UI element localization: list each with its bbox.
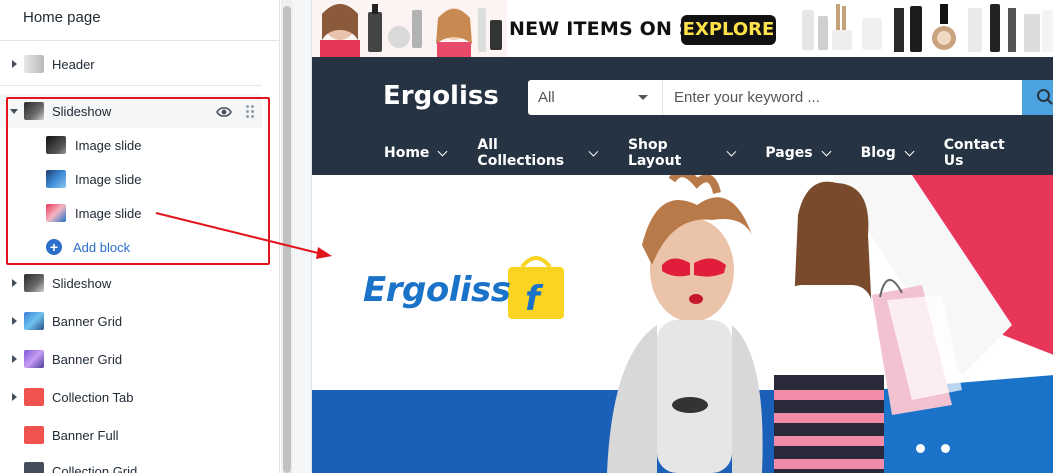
sidebar-item-collection-grid[interactable]: Collection Grid [0,454,262,473]
nav-label: Pages [765,145,813,161]
slide-dot-active[interactable] [966,444,975,453]
hero-slideshow[interactable]: f Ergoliss [312,175,1053,473]
add-block-button[interactable]: + Add block [0,230,262,264]
header-thumbnail-icon [24,55,44,73]
slideshow-thumbnail-icon [24,102,44,120]
collection-grid-thumbnail-icon [24,462,44,473]
page-title: Home page [23,9,101,26]
slide-pagination [916,444,975,453]
expand-caret-icon[interactable] [10,60,18,68]
sidebar-item-label: Banner Grid [52,351,123,367]
image-slide-thumbnail-icon [46,170,66,188]
sidebar-item-label: Collection Grid [52,463,138,473]
chevron-down-icon [904,146,915,156]
promo-models-image [312,0,507,57]
block-item-label: Image slide [75,171,142,187]
search-button[interactable] [1022,80,1053,115]
sidebar-item-slideshow[interactable]: Slideshow [0,94,262,128]
preview-gutter [293,0,311,473]
main-nav: Home All Collections Shop Layout Pages B… [384,137,1053,169]
nav-item-contact-us[interactable]: Contact Us [944,137,1023,169]
sidebar-item-label: Banner Grid [52,313,123,329]
sidebar-item-label: Slideshow [52,275,112,291]
chevron-down-icon [638,95,648,100]
slideshow-thumbnail-icon [24,274,44,292]
nav-label: All Collections [477,137,565,169]
expand-caret-icon[interactable] [10,317,18,325]
expand-caret-icon[interactable] [10,355,18,363]
sidebar-item-collection-tab[interactable]: Collection Tab [0,380,262,414]
image-slide-thumbnail-icon [46,136,66,154]
chevron-down-icon [821,146,832,156]
nav-item-blog[interactable]: Blog [860,137,915,169]
nav-label: Blog [860,145,896,161]
add-block-label: Add block [73,239,131,255]
divider [0,85,262,86]
slide-dot[interactable] [916,444,925,453]
search-icon [1037,89,1053,105]
block-item-image-slide[interactable]: Image slide [0,128,262,162]
hero-brand-logo: Ergoliss [363,270,511,310]
scrollbar-thumb[interactable] [283,6,291,473]
drag-handle-icon[interactable] [246,105,254,118]
expand-caret-icon[interactable] [10,393,18,401]
plus-circle-icon: + [46,239,62,255]
store-header: Ergoliss All Home All Collections Shop L… [312,57,1053,175]
store-preview: NEW ITEMS ON SHOP EXPLORE Ergoliss All E… [311,0,1053,473]
expand-caret-icon[interactable] [10,279,18,287]
category-select[interactable]: All [528,80,663,115]
promo-banner[interactable]: NEW ITEMS ON SHOP EXPLORE [312,0,1053,57]
block-item-label: Image slide [75,205,142,221]
nav-label: Shop Layout [627,137,682,169]
eye-icon[interactable] [216,106,232,117]
explore-button[interactable]: EXPLORE [681,15,776,45]
hero-slide-image: f [312,175,1053,473]
nav-item-all-collections[interactable]: All Collections [477,137,599,169]
nav-item-shop-layout[interactable]: Shop Layout [627,137,736,169]
sidebar-item-label: Banner Full [52,427,119,443]
image-slide-thumbnail-icon [46,204,66,222]
sidebar-item-banner-grid[interactable]: Banner Grid [0,304,262,338]
sidebar-item-banner-full[interactable]: Banner Full [0,418,262,452]
theme-editor-sidebar: Home page Header Slideshow Image slide I… [0,0,280,473]
banner-grid-thumbnail-icon [24,312,44,330]
row-actions [216,94,254,128]
block-item-image-slide[interactable]: Image slide [0,196,262,230]
sidebar-item-banner-grid[interactable]: Banner Grid [0,342,262,376]
collection-tab-thumbnail-icon [24,388,44,406]
chevron-down-icon [437,146,448,156]
chevron-down-icon [588,146,599,156]
slide-dot[interactable] [941,444,950,453]
store-logo[interactable]: Ergoliss [383,81,499,111]
sidebar-item-header[interactable]: Header [0,47,262,81]
divider [0,40,279,41]
sidebar-item-label: Slideshow [52,103,112,119]
nav-item-home[interactable]: Home [384,137,448,169]
banner-grid-thumbnail-icon [24,350,44,368]
block-item-image-slide[interactable]: Image slide [0,162,262,196]
nav-label: Contact Us [943,137,1005,169]
banner-full-thumbnail-icon [24,426,44,444]
block-item-label: Image slide [75,137,142,153]
collapse-caret-icon[interactable] [10,107,18,115]
category-select-value: All [538,89,555,106]
sidebar-item-label: Header [52,56,95,72]
nav-item-pages[interactable]: Pages [765,137,832,169]
nav-label: Home [384,145,430,161]
promo-products-image [792,0,1053,57]
search-input[interactable] [663,80,1022,115]
chevron-down-icon [726,146,736,156]
sidebar-item-slideshow[interactable]: Slideshow [0,266,262,300]
sidebar-item-label: Collection Tab [52,389,134,405]
